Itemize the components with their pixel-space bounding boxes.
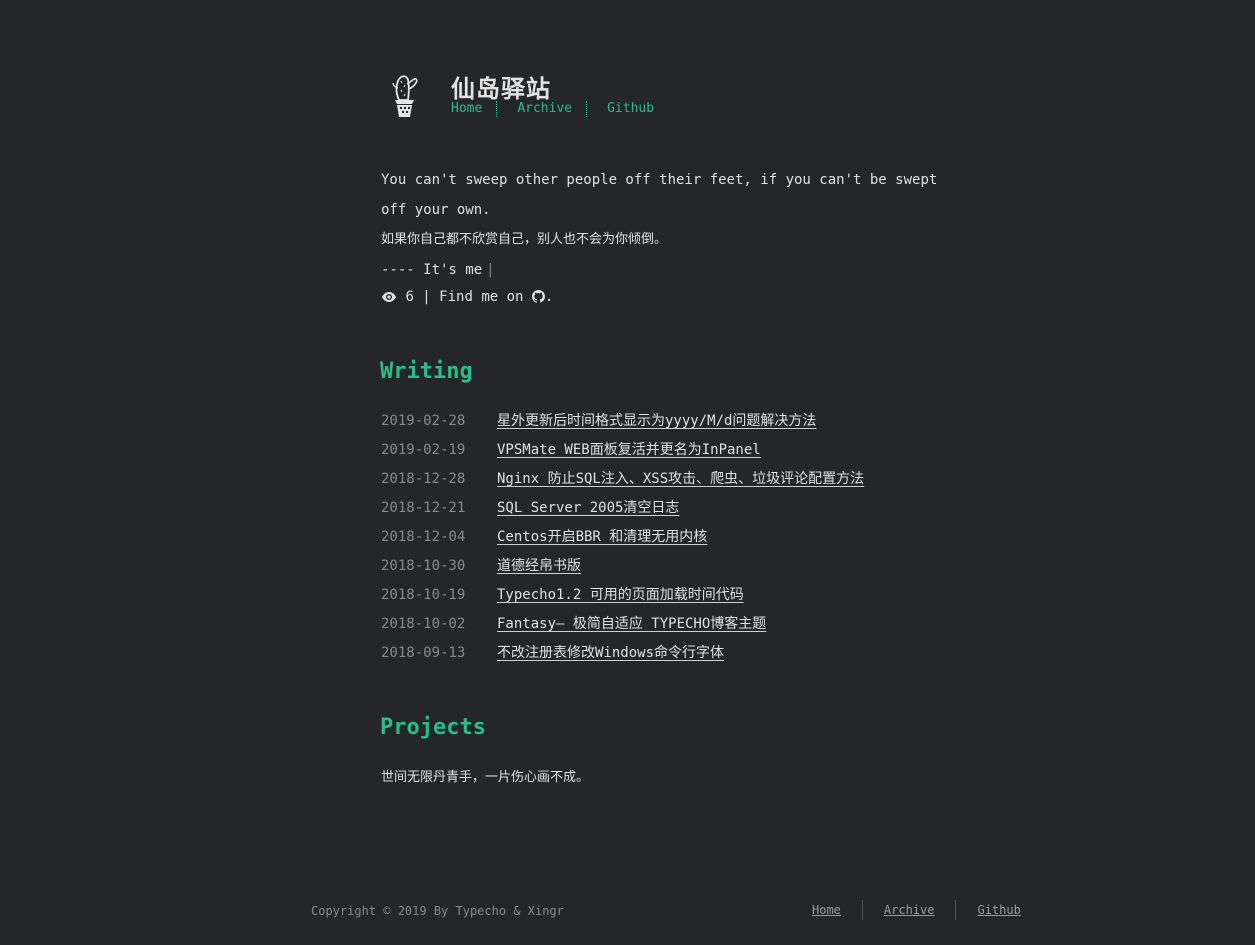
list-item: 2019-02-28 星外更新后时间格式显示为yyyy/M/d问题解决方法: [381, 407, 981, 436]
typing-caret: |: [486, 262, 495, 278]
projects-heading: Projects: [380, 715, 486, 740]
post-date: 2018-10-30: [381, 558, 466, 574]
page: 仙岛驿站 Home Archive Github You can't sweep o…: [0, 0, 1255, 945]
post-list: 2019-02-28 星外更新后时间格式显示为yyyy/M/d问题解决方法 201…: [381, 407, 981, 668]
list-item: 2018-09-13 不改注册表修改Windows命令行字体: [381, 639, 981, 668]
view-count: 6: [405, 289, 414, 305]
post-date: 2018-12-04: [381, 529, 466, 545]
eye-icon: [381, 289, 397, 305]
post-date: 2018-10-02: [381, 616, 466, 632]
footer-nav-archive[interactable]: Archive: [884, 900, 957, 920]
nav-archive[interactable]: Archive: [517, 101, 588, 117]
writing-heading: Writing: [380, 359, 473, 384]
post-date: 2019-02-28: [381, 413, 466, 429]
list-item: 2019-02-19 VPSMate WEB面板复活并更名为InPanel: [381, 436, 981, 465]
github-icon[interactable]: [531, 289, 545, 305]
post-link[interactable]: SQL Server 2005清空日志: [497, 500, 679, 516]
list-item: 2018-12-28 Nginx 防止SQL注入、XSS攻击、爬虫、垃圾评论配置方…: [381, 465, 981, 494]
meta-line: 6 | Find me on .: [381, 285, 961, 309]
footer-nav-github[interactable]: Github: [977, 900, 1020, 920]
post-date: 2018-09-13: [381, 645, 466, 661]
signature-text: ---- It's me: [381, 262, 483, 278]
list-item: 2018-12-21 SQL Server 2005清空日志: [381, 494, 981, 523]
cactus-logo-icon[interactable]: [387, 70, 423, 120]
post-link[interactable]: 星外更新后时间格式显示为yyyy/M/d问题解决方法: [497, 413, 816, 429]
post-link[interactable]: 道德经帛书版: [497, 558, 581, 574]
quote-chinese: 如果你自己都不欣赏自己，别人也不会为你倾倒。: [381, 232, 668, 247]
post-link[interactable]: Nginx 防止SQL注入、XSS攻击、爬虫、垃圾评论配置方法: [497, 471, 864, 487]
nav-home[interactable]: Home: [451, 101, 498, 117]
nav-github[interactable]: Github: [607, 101, 654, 117]
post-link[interactable]: 不改注册表修改Windows命令行字体: [497, 645, 724, 661]
post-date: 2018-12-28: [381, 471, 466, 487]
post-date: 2019-02-19: [381, 442, 466, 458]
post-link[interactable]: Fantasy— 极简自适应 TYPECHO博客主题: [497, 616, 766, 632]
post-date: 2018-12-21: [381, 500, 466, 516]
list-item: 2018-10-30 道德经帛书版: [381, 552, 981, 581]
site-title[interactable]: 仙岛驿站: [451, 69, 551, 104]
post-link[interactable]: Centos开启BBR 和清理无用内核: [497, 529, 707, 545]
main-nav: Home Archive Github: [451, 101, 654, 117]
intro: You can't sweep other people off their f…: [381, 165, 961, 309]
footer-copyright: Copyright © 2019 By Typecho & Xingr: [311, 904, 564, 918]
footer-nav-home[interactable]: Home: [812, 900, 863, 920]
list-item: 2018-10-19 Typecho1.2 可用的页面加载时间代码: [381, 581, 981, 610]
list-item: 2018-10-02 Fantasy— 极简自适应 TYPECHO博客主题: [381, 610, 981, 639]
signature: ---- It's me |: [381, 255, 961, 285]
post-link[interactable]: VPSMate WEB面板复活并更名为InPanel: [497, 442, 761, 458]
post-date: 2018-10-19: [381, 587, 466, 603]
post-link[interactable]: Typecho1.2 可用的页面加载时间代码: [497, 587, 744, 603]
list-item: 2018-12-04 Centos开启BBR 和清理无用内核: [381, 523, 981, 552]
quote-english: You can't sweep other people off their f…: [381, 172, 938, 218]
projects-text: 世间无限丹青手，一片伤心画不成。: [381, 770, 590, 785]
find-me-text: Find me on: [439, 289, 524, 305]
footer-nav: Home Archive Github: [812, 900, 1021, 920]
